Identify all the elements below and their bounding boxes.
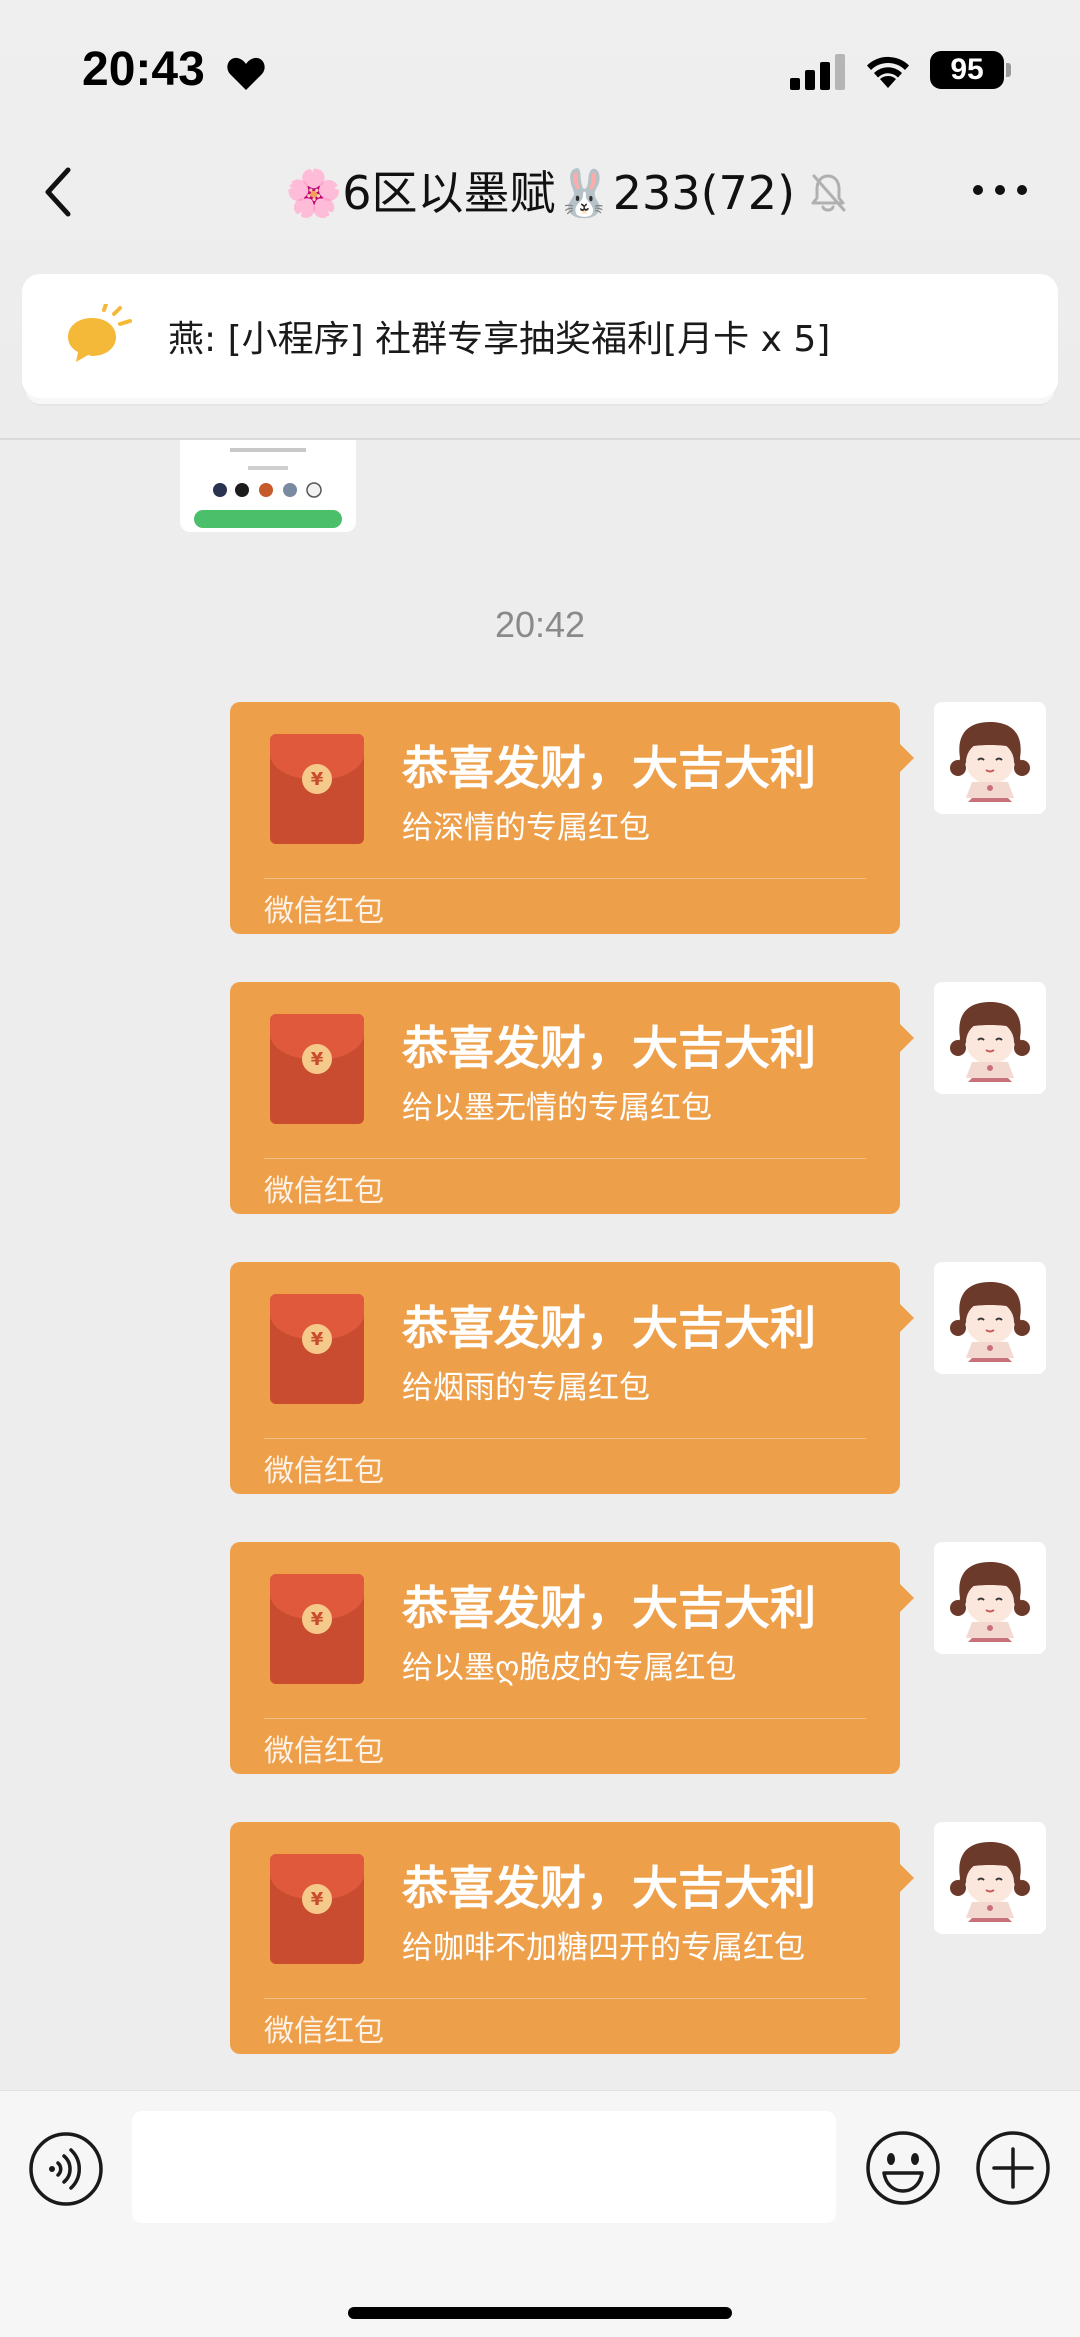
message-row: ¥ 恭喜发财，大吉大利 给咖啡不加糖四开的专属红包 微信红包 xyxy=(0,1822,1080,2056)
bubble-tail xyxy=(898,1862,914,1894)
red-packet-footer: 微信红包 xyxy=(264,1174,384,1209)
red-packet-title: 恭喜发财，大吉大利 xyxy=(402,741,816,795)
red-packet-divider xyxy=(264,1998,866,1999)
heart-icon xyxy=(227,57,265,90)
yuan-coin: ¥ xyxy=(302,764,332,794)
avatar[interactable] xyxy=(934,982,1046,1094)
red-packet-divider xyxy=(264,878,866,879)
message-row: ¥ 恭喜发财，大吉大利 给深情的专属红包 微信红包 xyxy=(0,702,1080,936)
red-packet-footer: 微信红包 xyxy=(264,894,384,929)
more-dots-icon[interactable] xyxy=(970,180,1030,200)
red-packet-title: 恭喜发财，大吉大利 xyxy=(402,1861,816,1915)
red-envelope-icon: ¥ xyxy=(270,1574,364,1684)
red-packet-divider xyxy=(264,1718,866,1719)
mini-program-preview-image xyxy=(213,448,322,498)
red-packet-footer: 微信红包 xyxy=(264,2014,384,2049)
emoji-icon[interactable] xyxy=(864,2129,942,2207)
battery-cap xyxy=(1006,63,1011,77)
red-envelope-icon: ¥ xyxy=(270,734,364,844)
girl-avatar-icon xyxy=(950,1282,1030,1362)
avatar[interactable] xyxy=(934,702,1046,814)
battery-level: 95 xyxy=(950,53,984,86)
mini-program-card-thumbnail[interactable] xyxy=(180,440,356,532)
message-row: ¥ 恭喜发财，大吉大利 给以墨ღ脆皮的专属红包 微信红包 xyxy=(0,1542,1080,1776)
red-packet-divider xyxy=(264,1438,866,1439)
status-time: 20:43 xyxy=(82,43,205,96)
red-packet-footer: 微信红包 xyxy=(264,1734,384,1769)
red-packet-message[interactable]: ¥ 恭喜发财，大吉大利 给咖啡不加糖四开的专属红包 微信红包 xyxy=(230,1822,900,2054)
red-packet-title: 恭喜发财，大吉大利 xyxy=(402,1301,816,1355)
speech-bubble-icon xyxy=(68,304,132,362)
message-row: ¥ 恭喜发财，大吉大利 给烟雨的专属红包 微信红包 xyxy=(0,1262,1080,1496)
red-packet-recipient: 给咖啡不加糖四开的专属红包 xyxy=(402,1930,805,1966)
red-packet-recipient: 给以墨无情的专属红包 xyxy=(402,1090,712,1126)
red-packet-recipient: 给深情的专属红包 xyxy=(402,810,650,846)
red-packet-title: 恭喜发财，大吉大利 xyxy=(402,1581,816,1635)
red-packet-title: 恭喜发财，大吉大利 xyxy=(402,1021,816,1075)
chat-nav-bar: 🌸6区以墨赋🐰233(72) xyxy=(0,140,1080,240)
home-indicator xyxy=(348,2307,732,2319)
bubble-tail xyxy=(898,1022,914,1054)
red-envelope-icon: ¥ xyxy=(270,1014,364,1124)
plus-icon[interactable] xyxy=(974,2129,1052,2207)
wifi-icon xyxy=(867,56,909,88)
red-packet-message[interactable]: ¥ 恭喜发财，大吉大利 给烟雨的专属红包 微信红包 xyxy=(230,1262,900,1494)
yuan-coin: ¥ xyxy=(302,1324,332,1354)
yuan-coin: ¥ xyxy=(302,1884,332,1914)
bubble-tail xyxy=(898,1582,914,1614)
yuan-coin: ¥ xyxy=(302,1044,332,1074)
girl-avatar-icon xyxy=(950,1562,1030,1642)
avatar[interactable] xyxy=(934,1822,1046,1934)
voice-icon[interactable] xyxy=(28,2131,104,2207)
red-packet-recipient: 给以墨ღ脆皮的专属红包 xyxy=(402,1650,737,1686)
chat-title[interactable]: 🌸6区以墨赋🐰233(72) xyxy=(270,158,810,222)
red-packet-footer: 微信红包 xyxy=(264,1454,384,1489)
battery-indicator: 95 xyxy=(930,51,1004,89)
avatar[interactable] xyxy=(934,1262,1046,1374)
chat-input-bar xyxy=(0,2090,1080,2337)
chevron-left-icon[interactable] xyxy=(40,164,80,220)
yuan-coin: ¥ xyxy=(302,1604,332,1634)
message-timestamp: 20:42 xyxy=(494,604,586,645)
girl-avatar-icon xyxy=(950,722,1030,802)
avatar[interactable] xyxy=(934,1542,1046,1654)
message-input[interactable] xyxy=(132,2111,836,2223)
mini-program-action-button xyxy=(194,510,342,528)
pinned-message[interactable]: 燕: [小程序] 社群专享抽奖福利[月卡 x 5] xyxy=(22,274,1058,398)
red-packet-message[interactable]: ¥ 恭喜发财，大吉大利 给以墨无情的专属红包 微信红包 xyxy=(230,982,900,1214)
girl-avatar-icon xyxy=(950,1002,1030,1082)
red-packet-divider xyxy=(264,1158,866,1159)
pinned-message-text: 燕: [小程序] 社群专享抽奖福利[月卡 x 5] xyxy=(168,319,831,360)
message-row: ¥ 恭喜发财，大吉大利 给以墨无情的专属红包 微信红包 xyxy=(0,982,1080,1216)
status-bar: 20:43 95 xyxy=(0,0,1080,140)
red-packet-recipient: 给烟雨的专属红包 xyxy=(402,1370,650,1406)
girl-avatar-icon xyxy=(950,1842,1030,1922)
red-envelope-icon: ¥ xyxy=(270,1854,364,1964)
signal-icon xyxy=(790,54,845,90)
bubble-tail xyxy=(898,1302,914,1334)
header-divider xyxy=(0,438,1080,440)
bell-slash-icon xyxy=(811,174,846,212)
red-packet-message[interactable]: ¥ 恭喜发财，大吉大利 给深情的专属红包 微信红包 xyxy=(230,702,900,934)
red-envelope-icon: ¥ xyxy=(270,1294,364,1404)
red-packet-message[interactable]: ¥ 恭喜发财，大吉大利 给以墨ღ脆皮的专属红包 微信红包 xyxy=(230,1542,900,1774)
bubble-tail xyxy=(898,742,914,774)
